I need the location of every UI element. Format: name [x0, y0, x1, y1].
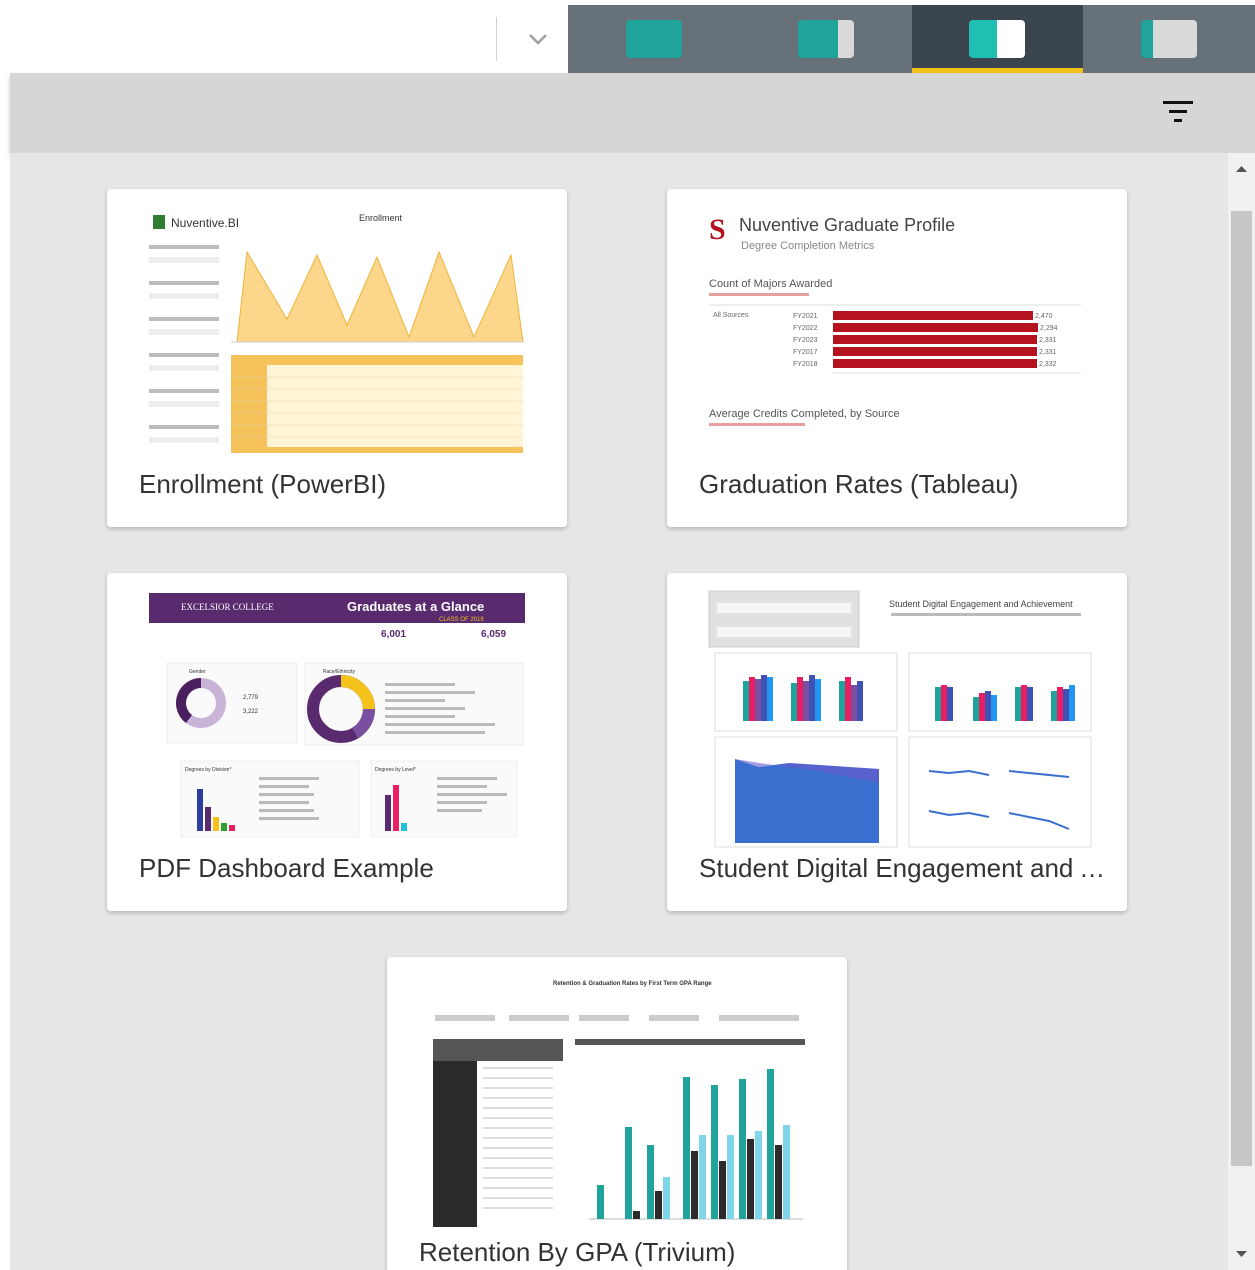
dashboard-gallery: Nuventive.BI Enrollment Enrollment (Powe… — [10, 153, 1228, 1270]
thumb-bar-value: 2,332 — [1039, 361, 1057, 368]
thumb-heading: Student Digital Engagement and Achieveme… — [889, 599, 1073, 609]
nuventive-logo-icon — [153, 215, 165, 229]
filter-bar — [10, 73, 1255, 153]
thumb-gender-value-1: 2,779 — [243, 695, 259, 701]
split-panel-icon — [969, 20, 1026, 58]
thumb-label-level: Degrees by Level* — [375, 767, 416, 773]
thumb-bar-value: 2,470 — [1035, 313, 1053, 320]
thumb-row-label: FY2021 — [793, 313, 818, 320]
full-panel-icon — [625, 20, 682, 58]
scroll-down-arrow-icon[interactable] — [1228, 1240, 1255, 1270]
card-title: Retention By GPA (Trivium) — [419, 1237, 736, 1267]
university-logo-icon: S — [709, 213, 726, 246]
thumb-row-label: FY2023 — [793, 337, 818, 344]
card-title: Enrollment (PowerBI) — [139, 469, 387, 499]
wide-right-panel-icon — [1141, 20, 1198, 58]
chevron-down-icon[interactable] — [516, 23, 560, 55]
thumb-stat-1: 6,001 — [381, 629, 406, 640]
view-tab-4[interactable] — [1083, 5, 1255, 73]
card-title: PDF Dashboard Example — [139, 853, 434, 883]
thumb-sub: CLASS OF 2019 — [439, 617, 484, 623]
thumb-bar-value: 2,294 — [1040, 325, 1058, 332]
card-thumbnail: Retention & Graduation Rates by First Te… — [433, 981, 805, 1227]
card-title: Graduation Rates (Tableau) — [699, 469, 1019, 499]
selector-divider — [496, 17, 497, 61]
thumb-section-2: Average Credits Completed, by Source — [709, 408, 900, 420]
dashboard-card-enrollment[interactable]: Nuventive.BI Enrollment Enrollment (Powe… — [107, 189, 567, 527]
thumb-brand: EXCELSIOR COLLEGE — [181, 602, 274, 612]
dashboard-selector[interactable] — [10, 5, 568, 73]
vertical-scrollbar[interactable] — [1228, 153, 1255, 1270]
view-mode-tabs — [568, 5, 1255, 73]
thumb-label-race: Race/Ethnicity — [323, 669, 355, 675]
dashboard-card-retention[interactable]: Retention & Graduation Rates by First Te… — [387, 957, 847, 1270]
thumb-label-gender: Gender — [189, 669, 206, 675]
card-title: Student Digital Engagement and Achieveme… — [699, 853, 1109, 883]
card-thumbnail: Nuventive.BI Enrollment — [149, 213, 524, 453]
thumb-row-label: FY2022 — [793, 325, 818, 332]
card-thumbnail: Student Digital Engagement and Achieveme… — [708, 590, 1092, 848]
thumb-heading: Retention & Graduation Rates by First Te… — [553, 981, 712, 987]
thumb-label-division: Degrees by Division* — [185, 767, 231, 773]
scroll-up-arrow-icon[interactable] — [1228, 153, 1255, 183]
card-thumbnail: S Nuventive Graduate Profile Degree Comp… — [709, 213, 1081, 426]
wide-left-panel-icon — [797, 20, 854, 58]
top-toolbar — [0, 5, 1255, 73]
thumb-bar-value: 2,331 — [1039, 349, 1057, 356]
thumb-subheading: Degree Completion Metrics — [741, 240, 875, 252]
thumb-gender-value-2: 3,222 — [243, 709, 259, 715]
view-tab-2[interactable] — [740, 5, 912, 73]
dashboard-card-student-engagement[interactable]: Student Digital Engagement and Achieveme… — [667, 573, 1127, 911]
thumb-brand: Nuventive.BI — [171, 216, 239, 230]
thumb-section-1: Count of Majors Awarded — [709, 278, 832, 290]
dashboard-card-graduation-rates[interactable]: S Nuventive Graduate Profile Degree Comp… — [667, 189, 1127, 527]
view-tab-1[interactable] — [568, 5, 740, 73]
dashboard-card-pdf[interactable]: EXCELSIOR COLLEGE Graduates at a Glance … — [107, 573, 567, 911]
app-root: Nuventive.BI Enrollment Enrollment (Powe… — [0, 0, 1255, 1270]
thumb-row-label: FY2017 — [793, 349, 818, 356]
view-tab-3[interactable] — [911, 5, 1084, 73]
thumb-heading: Enrollment — [359, 213, 403, 223]
thumb-bar-value: 2,331 — [1039, 337, 1057, 344]
filter-icon[interactable] — [1161, 97, 1195, 127]
scrollbar-thumb[interactable] — [1231, 211, 1252, 1166]
thumb-heading: Graduates at a Glance — [347, 599, 484, 614]
thumb-heading: Nuventive Graduate Profile — [739, 215, 955, 235]
thumb-stat-2: 6,059 — [481, 629, 506, 640]
thumb-row-label: FY2018 — [793, 361, 818, 368]
card-thumbnail: EXCELSIOR COLLEGE Graduates at a Glance … — [149, 593, 525, 838]
thumb-row-group: All Sources — [713, 312, 749, 319]
